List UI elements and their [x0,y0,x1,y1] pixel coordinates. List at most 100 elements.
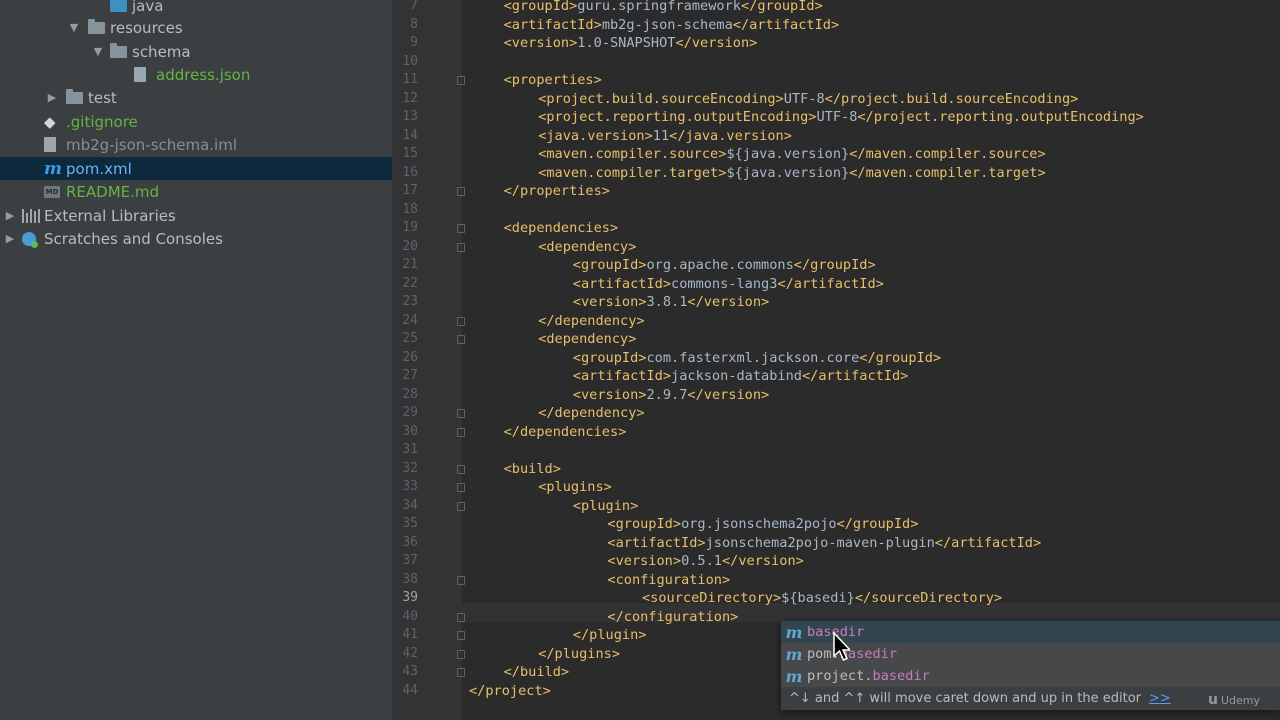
fold-marker-icon[interactable] [457,409,465,418]
code-line[interactable]: <properties> [504,71,602,90]
xml-tag: <version> [607,553,682,569]
tree-item[interactable]: ▶ Scratches and Consoles [0,227,392,250]
fold-marker-icon[interactable] [457,187,465,196]
line-number: 32 [402,460,418,476]
fold-marker-icon[interactable] [457,224,465,233]
line-number: 16 [402,164,418,180]
expand-arrow-down-icon[interactable]: ▼ [68,21,80,34]
code-line[interactable]: <version>2.9.7</version> [573,386,769,405]
tree-item-label: java [132,0,164,15]
fold-marker-icon[interactable] [457,612,465,622]
code-line[interactable]: <dependency> [538,330,636,349]
tree-item[interactable]: ◆ .gitignore [0,110,392,133]
autocomplete-item[interactable]: m pom. basedir [781,643,1280,665]
code-line[interactable]: </configuration> [607,608,738,627]
expand-arrow-down-icon[interactable]: ▼ [92,45,104,58]
fold-marker-icon[interactable] [457,464,465,474]
code-line[interactable]: <version>3.8.1</version> [573,293,769,312]
fold-marker-icon[interactable] [457,335,465,344]
tree-item[interactable]: ▶ External Libraries [0,204,392,227]
xml-tag: <version> [572,294,647,310]
code-line[interactable]: <project.build.sourceEncoding>UTF-8</pro… [538,90,1078,109]
code-line[interactable]: <sourceDirectory>${basedi}</sourceDirect… [642,589,1002,608]
line-number: 18 [402,201,418,217]
markdown-file-icon: MD [44,185,60,198]
tree-item[interactable]: m pom.xml [0,157,392,180]
code-line[interactable]: <dependency> [538,238,636,257]
tree-item[interactable]: ▼ schema [0,40,392,63]
xml-tag: <configuration> [607,571,731,588]
xml-tag: <artifactId> [503,16,602,33]
code-line[interactable]: <artifactId>mb2g-json-schema</artifactId… [504,16,840,35]
expand-arrow-right-icon[interactable]: ▶ [4,232,16,245]
line-number: 31 [402,442,418,457]
code-line[interactable]: <configuration> [607,571,730,590]
line-number: 34 [402,497,418,513]
code-line[interactable]: </dependencies> [504,423,627,442]
code-line[interactable]: <build> [504,460,561,479]
line-number: 14 [402,127,418,143]
tree-item-label: test [88,88,117,107]
code-line[interactable]: </dependency> [538,404,644,423]
tree-item[interactable]: address.json [0,63,392,86]
tree-item[interactable]: java [0,0,392,17]
line-number: 39 [402,590,418,605]
line-number: 24 [402,312,418,328]
fold-marker-icon[interactable] [457,242,465,252]
expand-arrow-right-icon[interactable]: ▶ [46,91,58,104]
fold-marker-icon[interactable] [457,649,465,659]
code-line[interactable]: </dependency> [538,312,644,331]
tree-item[interactable]: ▼ resources [0,16,392,39]
code-line[interactable]: <version>1.0-SNAPSHOT</version> [504,34,758,53]
tree-item[interactable]: MD README.md [0,180,392,203]
expand-arrow-right-icon[interactable]: ▶ [4,209,16,222]
fold-marker-icon[interactable] [457,316,465,326]
xml-tag: </configuration> [607,608,739,625]
code-line[interactable]: </plugin> [573,626,647,645]
xml-tag: <project.build.sourceEncoding> [538,90,784,107]
fold-marker-icon[interactable] [457,631,465,640]
code-line[interactable]: <artifactId>jackson-databind</artifactId… [573,367,909,386]
code-line[interactable]: </plugins> [538,645,620,664]
code-line[interactable]: <version>0.5.1</version> [607,552,803,571]
code-line[interactable]: <plugin> [573,497,638,516]
line-number: 33 [402,479,418,494]
xml-tag: <artifactId> [572,368,672,384]
autocomplete-popup[interactable]: m basedir m pom. basedir m project. basedir ^↓ … [781,621,1280,710]
code-line[interactable]: </project> [469,682,551,701]
code-line[interactable]: <dependencies> [504,219,619,238]
code-line[interactable]: <maven.compiler.target>${java.version}</… [538,164,1045,183]
code-line[interactable]: </properties> [504,182,610,201]
code-line[interactable]: <project.reporting.outputEncoding>UTF-8<… [538,108,1144,127]
line-number: 19 [402,220,418,235]
tree-item[interactable]: mb2g-json-schema.iml [0,133,392,156]
tree-item[interactable]: ▶ test [0,86,392,109]
line-number: 28 [402,386,418,402]
fold-marker-icon[interactable] [457,575,465,585]
code-line[interactable]: <artifactId>commons-lang3</artifactId> [573,275,884,294]
code-line[interactable]: <maven.compiler.source>${java.version}</… [538,145,1045,164]
xml-tag: <groupId> [572,257,647,273]
xml-tag: </plugin> [572,627,647,643]
xml-tag: </project.build.sourceEncoding> [824,90,1079,107]
fold-marker-icon[interactable] [457,483,465,492]
code-line[interactable]: <groupId>org.apache.commons</groupId> [573,256,876,275]
code-line[interactable]: <java.version>11</java.version> [538,127,792,146]
code-line[interactable]: <plugins> [538,478,612,497]
autocomplete-item[interactable]: m project. basedir [781,665,1280,687]
code-line[interactable]: <groupId>guru.springframework</groupId> [504,0,823,16]
xml-text: UTF-8 [816,109,858,125]
autocomplete-item[interactable]: m basedir [781,621,1280,643]
autocomplete-hint-link[interactable]: >> [1149,691,1171,706]
code-line[interactable]: <groupId>org.jsonschema2pojo</groupId> [607,515,918,534]
code-line[interactable]: <artifactId>jsonschema2pojo-maven-plugin… [607,534,1041,553]
fold-marker-icon[interactable] [457,501,465,511]
fold-marker-icon[interactable] [457,427,465,437]
fold-marker-icon[interactable] [457,76,465,85]
code-line[interactable]: </build> [504,663,569,682]
xml-tag: </version> [687,386,770,403]
fold-marker-icon[interactable] [457,668,465,677]
code-line[interactable]: <groupId>com.fasterxml.jackson.core</gro… [573,349,941,368]
line-number: 13 [402,109,418,124]
line-number: 15 [402,146,418,161]
